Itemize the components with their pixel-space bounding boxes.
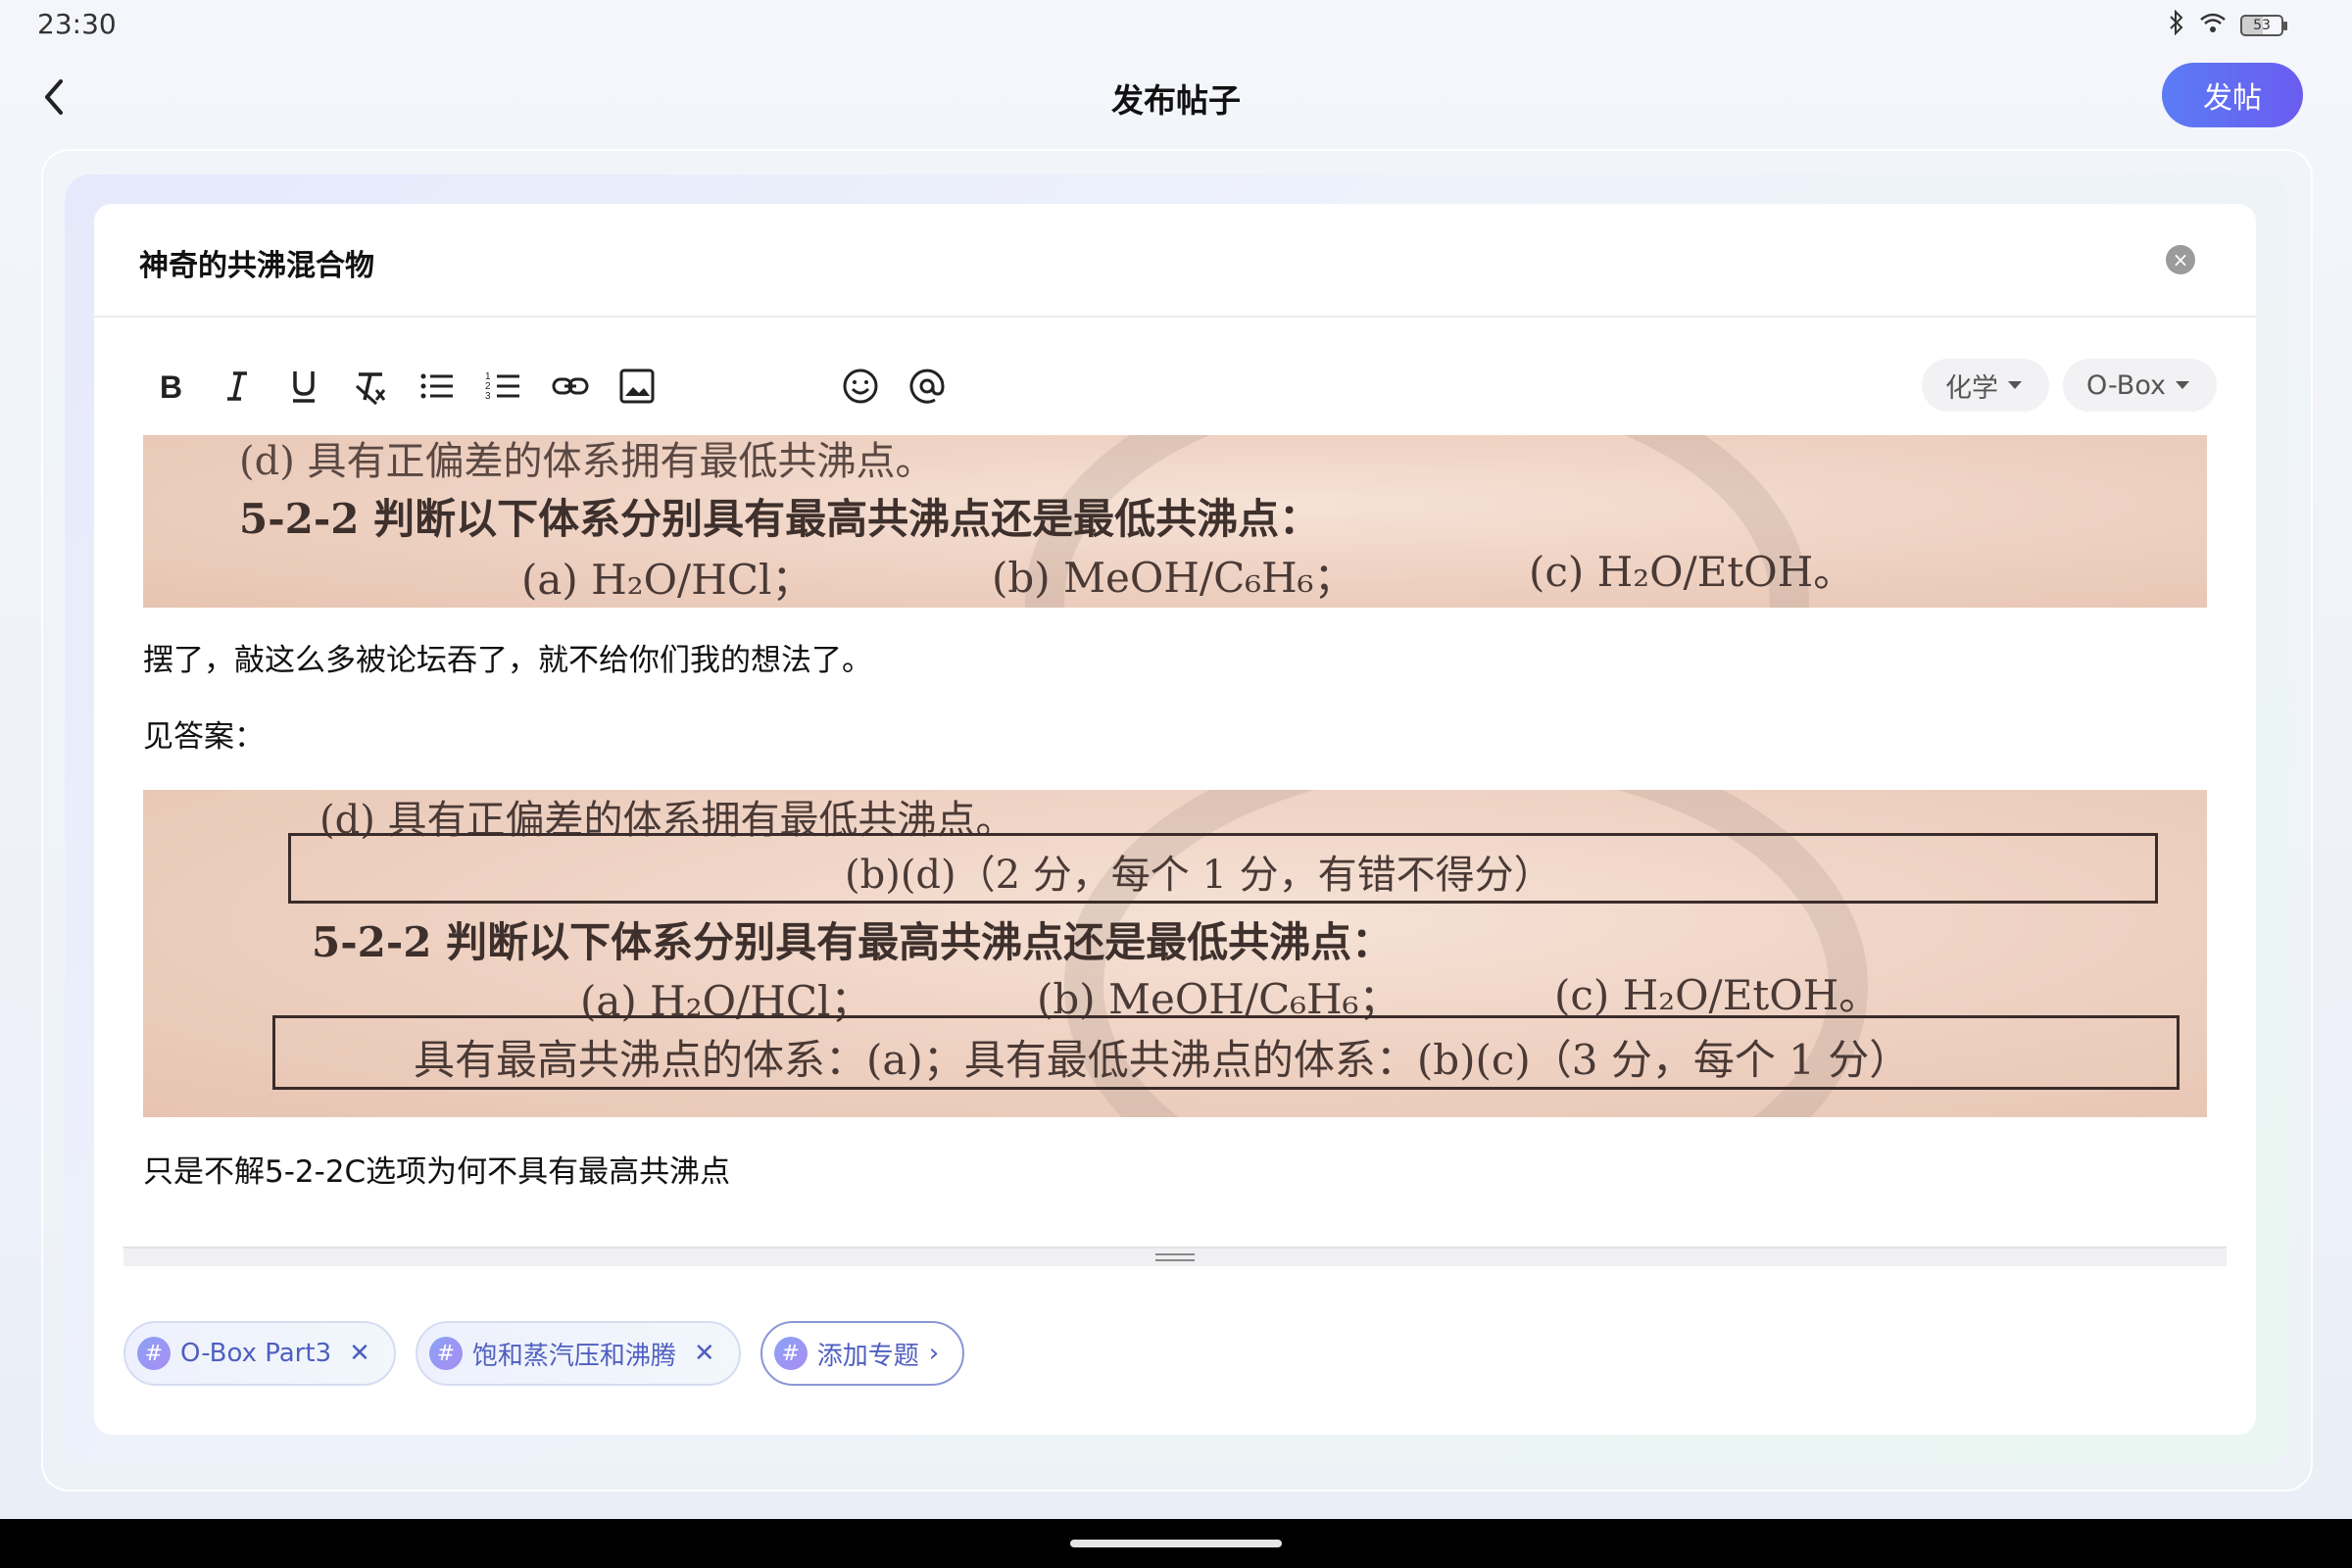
bold-button[interactable]: B — [143, 359, 198, 414]
board-dropdown[interactable]: O-Box — [2063, 359, 2217, 412]
bold-icon: B — [160, 369, 182, 405]
image-button[interactable] — [610, 359, 664, 414]
photo-text: 5-2-2 判断以下体系分别具有最高共沸点还是最低共沸点： — [239, 495, 1321, 543]
topic-tag[interactable]: # 饱和蒸汽压和沸腾 ✕ — [415, 1321, 741, 1386]
emoji-icon — [843, 368, 878, 404]
svg-text:3: 3 — [485, 391, 491, 402]
question-photo: (d) 具有正偏差的体系拥有最低共沸点。 5-2-2 判断以下体系分别具有最高共… — [143, 435, 2207, 608]
numbered-list-button[interactable]: 123 — [476, 359, 531, 414]
post-title-input[interactable]: 神奇的共沸混合物 — [139, 241, 374, 284]
format-toolbar: B 123 — [143, 357, 966, 416]
mention-button[interactable] — [900, 359, 955, 414]
mention-icon — [909, 368, 945, 404]
hash-icon: # — [137, 1337, 171, 1370]
photo-text: (d) 具有正偏差的体系拥有最低共沸点。 — [239, 439, 935, 484]
chevron-left-icon — [45, 79, 63, 115]
paragraph: 摆了，敲这么多被论坛吞了，就不给你们我的想法了。 — [143, 643, 872, 678]
underline-button[interactable] — [276, 359, 331, 414]
paragraph: 见答案： — [143, 719, 265, 755]
bullet-list-button[interactable] — [410, 359, 465, 414]
photo-text: (c) H₂O/EtOH。 — [1529, 548, 1855, 596]
photo-text: 5-2-2 判断以下体系分别具有最高共沸点还是最低共沸点： — [312, 918, 1394, 966]
remove-tag-icon[interactable]: ✕ — [694, 1339, 715, 1368]
status-time: 23:30 — [37, 8, 117, 40]
caret-down-icon — [2176, 381, 2189, 389]
answer-photo: (d) 具有正偏差的体系拥有最低共沸点。 (b)(d)（2 分，每个 1 分，有… — [143, 790, 2207, 1117]
link-button[interactable] — [543, 359, 598, 414]
title-row: 神奇的共沸混合物 × — [94, 204, 2256, 318]
photo-text: 具有最高共沸点的体系：(a)；具有最低共沸点的体系：(b)(c)（3 分，每个 … — [414, 1036, 1911, 1084]
status-bar: 23:30 53 — [0, 0, 2352, 49]
svg-text:B: B — [160, 369, 182, 405]
chevron-right-icon: › — [928, 1339, 940, 1368]
photo-text: (b) MeOH/C₆H₆； — [992, 554, 1355, 602]
editor-card: 神奇的共沸混合物 × B 123 化学 O-Box (d) 具有正偏差的体系拥有… — [94, 204, 2256, 1435]
publish-button[interactable]: 发帖 — [2162, 63, 2303, 127]
bluetooth-icon — [2168, 9, 2185, 41]
emoji-button[interactable] — [833, 359, 888, 414]
back-button[interactable] — [29, 73, 78, 122]
system-nav-bar — [0, 1519, 2352, 1568]
wifi-icon — [2199, 12, 2227, 39]
link-icon — [552, 377, 589, 395]
clear-format-icon — [355, 372, 386, 406]
category-label: 化学 — [1945, 372, 1999, 404]
board-label: O-Box — [2086, 369, 2166, 401]
photo-text: (a) H₂O/HCl； — [521, 556, 813, 604]
battery-icon: 53 — [2240, 15, 2287, 36]
home-indicator[interactable] — [1070, 1540, 1282, 1547]
photo-text: (b)(d)（2 分，每个 1 分，有错不得分） — [845, 853, 1553, 898]
add-topic-button[interactable]: # 添加专题 › — [760, 1321, 965, 1386]
underline-icon — [293, 371, 315, 403]
tag-label: O-Box Part3 — [180, 1339, 332, 1368]
status-icons: 53 — [2168, 9, 2287, 41]
grip-icon — [1155, 1253, 1195, 1261]
remove-tag-icon[interactable]: ✕ — [349, 1339, 370, 1368]
add-topic-label: 添加专题 — [816, 1341, 919, 1371]
italic-button[interactable] — [210, 359, 265, 414]
image-icon — [619, 368, 655, 404]
hash-icon: # — [773, 1337, 808, 1370]
header: 发布帖子 发帖 — [0, 51, 2352, 145]
clear-title-button[interactable]: × — [2166, 245, 2195, 274]
numbered-list-icon: 123 — [485, 371, 519, 402]
close-icon: × — [2172, 248, 2189, 271]
topic-tags: # O-Box Part3 ✕ # 饱和蒸汽压和沸腾 ✕ # 添加专题 › — [123, 1321, 965, 1386]
dropdown-group: 化学 O-Box — [1922, 359, 2217, 412]
clear-format-button[interactable] — [343, 359, 398, 414]
photo-text: (c) H₂O/EtOH。 — [1554, 971, 1881, 1019]
tag-label: 饱和蒸汽压和沸腾 — [471, 1341, 676, 1371]
paragraph: 只是不解5-2-2C选项为何不具有最高共沸点 — [143, 1154, 731, 1190]
caret-down-icon — [2008, 381, 2023, 389]
bullet-list-icon — [420, 373, 453, 399]
editor-content[interactable]: (d) 具有正偏差的体系拥有最低共沸点。 5-2-2 判断以下体系分别具有最高共… — [143, 435, 2207, 1192]
topic-tag[interactable]: # O-Box Part3 ✕ — [123, 1321, 396, 1386]
page-title: 发布帖子 — [1111, 81, 1241, 120]
italic-icon — [227, 371, 247, 401]
resize-handle[interactable] — [123, 1247, 2227, 1266]
category-dropdown[interactable]: 化学 — [1922, 359, 2050, 412]
hash-icon: # — [428, 1337, 463, 1370]
